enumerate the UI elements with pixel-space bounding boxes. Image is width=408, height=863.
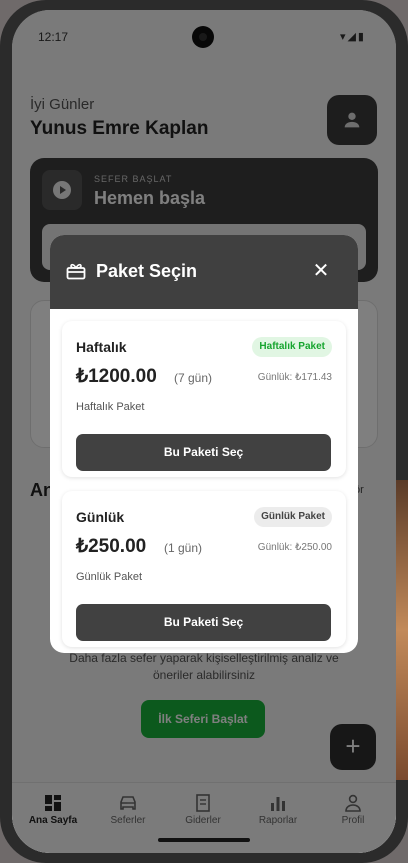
package-price: ₺250.00 <box>76 536 147 557</box>
app-screen: 12:17 ▾◢▮ İyi Günler Yunus Emre Kaplan S… <box>12 10 396 853</box>
package-name: Haftalık <box>76 339 127 355</box>
package-name: Günlük <box>76 509 125 525</box>
package-price: ₺1200.00 <box>76 366 157 387</box>
package-card-haftalik: Haftalık Haftalık Paket ₺1200.00 (7 gün)… <box>62 321 346 477</box>
package-description: Haftalık Paket <box>76 401 145 413</box>
package-card-gunluk: Günlük Günlük Paket ₺250.00 (1 gün) Günl… <box>62 491 346 647</box>
modal-header: Paket Seçin ✕ <box>50 235 358 309</box>
select-package-button[interactable]: Bu Paketi Seç <box>76 604 331 641</box>
package-badge: Günlük Paket <box>254 507 332 527</box>
modal-title: Paket Seçin <box>96 261 198 281</box>
wallpaper-edge <box>396 480 408 780</box>
package-select-modal: Paket Seçin ✕ Haftalık Haftalık Paket ₺1… <box>50 235 358 653</box>
package-days: (7 gün) <box>174 371 213 385</box>
package-days: (1 gün) <box>164 541 203 555</box>
select-package-button[interactable]: Bu Paketi Seç <box>76 434 331 471</box>
package-daily-price: Günlük: ₺250.00 <box>257 542 332 553</box>
package-badge: Haftalık Paket <box>252 337 332 357</box>
gift-icon <box>66 263 86 280</box>
package-description: Günlük Paket <box>76 571 143 583</box>
package-daily-price: Günlük: ₺171.43 <box>257 372 332 383</box>
close-icon[interactable]: ✕ <box>310 261 332 283</box>
